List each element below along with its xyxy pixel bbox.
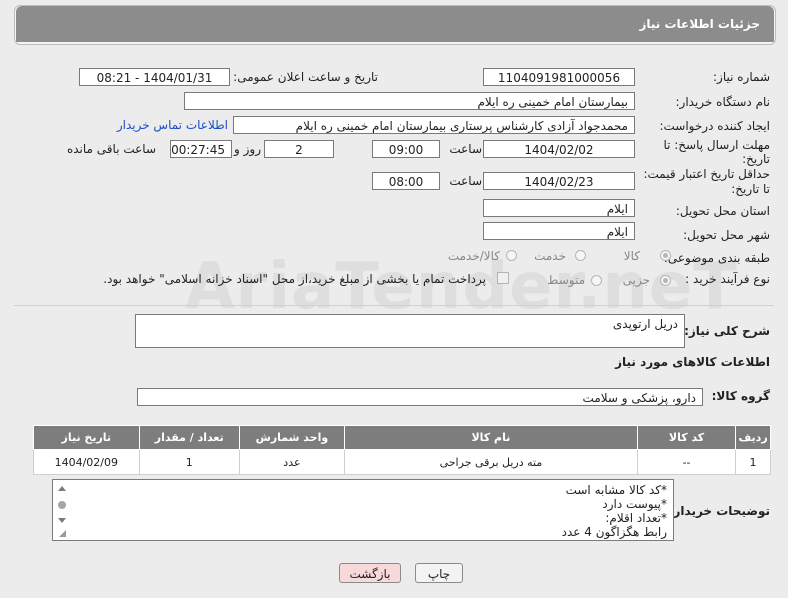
announce-label: تاریخ و ساعت اعلان عمومی:: [233, 70, 378, 84]
payment-note: پرداخت تمام یا بخشی از مبلغ خرید،از محل …: [103, 272, 486, 286]
category-radio-both[interactable]: [506, 250, 517, 261]
table-cell: --: [637, 449, 737, 475]
validity-time-field[interactable]: 08:00: [372, 172, 440, 190]
category-option-both: کالا/خدمت: [447, 249, 500, 263]
table-cell: 1: [735, 449, 771, 475]
creator-label: ایجاد کننده درخواست:: [659, 119, 770, 133]
announce-field[interactable]: 1404/01/31 - 08:21: [79, 68, 230, 86]
process-radio-minor[interactable]: [660, 275, 671, 286]
category-option-goods: کالا: [623, 249, 640, 263]
deadline-time-label: ساعت: [449, 142, 482, 156]
deadline-time-field[interactable]: 09:00: [372, 140, 440, 158]
category-radio-goods[interactable]: [660, 250, 671, 261]
table-cell: عدد: [239, 449, 345, 475]
deadline-label-2: تاریخ:: [742, 152, 770, 166]
table-header-cell: تعداد / مقدار: [138, 425, 241, 450]
days-count-field[interactable]: 2: [264, 140, 334, 158]
back-button[interactable]: بازگشت: [339, 563, 401, 583]
category-radio-service[interactable]: [575, 250, 586, 261]
page-title: جزئیات اطلاعات نیاز: [639, 17, 760, 31]
category-label: طبقه بندی موضوعی:: [663, 251, 770, 265]
need-number-label: شماره نیاز:: [713, 70, 770, 84]
table-cell: 1404/02/09: [33, 449, 140, 475]
items-table: ردیف کد کالا نام کالا واحد شمارش تعداد /…: [33, 425, 771, 475]
days-label: روز و: [234, 142, 261, 156]
creator-field[interactable]: محمدجواد آزادی کارشناس پرستاری بیمارستان…: [233, 116, 635, 134]
province-label: استان محل تحویل:: [675, 204, 770, 218]
notes-scrollbar[interactable]: [57, 484, 67, 538]
table-header-row: ردیف کد کالا نام کالا واحد شمارش تعداد /…: [33, 425, 771, 450]
process-option-medium: متوسط: [547, 273, 585, 287]
process-radio-medium[interactable]: [591, 275, 602, 286]
payment-checkbox[interactable]: [497, 272, 509, 284]
table-cell: 1: [138, 449, 241, 475]
header-bar: جزئیات اطلاعات نیاز: [16, 6, 774, 42]
buyer-org-label: نام دستگاه خریدار:: [675, 95, 771, 109]
summary-field[interactable]: دریل ارتوپدی: [135, 314, 685, 348]
buyer-contact-link[interactable]: اطلاعات تماس خریدار: [117, 118, 228, 132]
city-label: شهر محل تحویل:: [683, 228, 770, 242]
notes-text: *کد کالا مشابه است *پیوست دارد *تعداد اق…: [561, 483, 667, 539]
deadline-label: مهلت ارسال پاسخ: تا: [663, 138, 770, 152]
remaining-time-field[interactable]: 00:27:45: [170, 140, 232, 158]
validity-label-2: تا تاریخ:: [731, 182, 770, 196]
validity-label: حداقل تاریخ اعتبار قیمت:: [643, 167, 770, 181]
province-field[interactable]: ایلام: [483, 199, 635, 217]
goods-info-title: اطلاعات کالاهای مورد نیاز: [615, 355, 770, 369]
notes-label: توضیحات خریدار:: [668, 504, 770, 518]
validity-date-field[interactable]: 1404/02/23: [483, 172, 635, 190]
validity-time-label: ساعت: [449, 174, 482, 188]
process-option-minor: جزیی: [622, 273, 650, 287]
summary-label: شرح کلی نیاز:: [684, 324, 770, 338]
table-header-cell: کد کالا: [637, 425, 737, 450]
buyer-org-field[interactable]: بیمارستان امام خمینی ره ایلام: [184, 92, 635, 110]
process-label: نوع فرآیند خرید :: [685, 272, 770, 286]
remaining-label: ساعت باقی مانده: [66, 142, 156, 156]
divider: [14, 305, 774, 306]
city-field[interactable]: ایلام: [483, 222, 635, 240]
table-header-cell: واحد شمارش: [239, 425, 345, 450]
table-header-cell: تاریخ نیاز: [33, 425, 140, 450]
table-row[interactable]: 1 -- مته دریل برقی جراحی عدد 1 1404/02/0…: [33, 449, 771, 475]
goods-group-label: گروه کالا:: [711, 389, 770, 403]
category-option-service: خدمت: [534, 249, 566, 263]
print-button[interactable]: چاپ: [415, 563, 463, 583]
goods-group-field[interactable]: دارو، پزشکی و سلامت: [137, 388, 703, 406]
deadline-date-field[interactable]: 1404/02/02: [483, 140, 635, 158]
table-header-cell: نام کالا: [343, 425, 639, 450]
table-cell: مته دریل برقی جراحی: [343, 449, 639, 475]
notes-field[interactable]: *کد کالا مشابه است *پیوست دارد *تعداد اق…: [52, 479, 674, 541]
table-header-cell: ردیف: [735, 425, 771, 450]
need-number-field[interactable]: 1104091981000056: [483, 68, 635, 86]
